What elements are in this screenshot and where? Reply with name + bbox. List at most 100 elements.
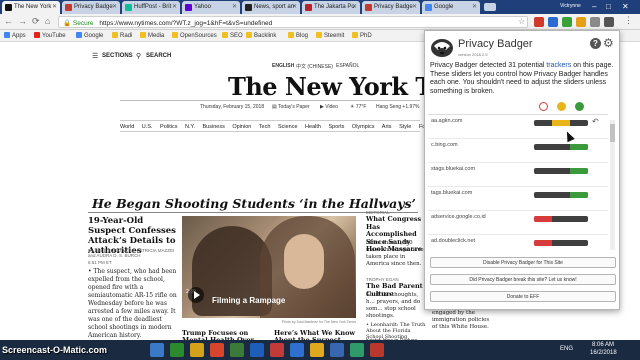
report-broken-site-button[interactable]: Did Privacy Badger break this site? Let … — [430, 274, 616, 285]
back-arrow-icon[interactable]: ← — [4, 16, 13, 26]
gear-icon[interactable]: ⚙ — [603, 36, 614, 50]
todays-paper-link[interactable]: ▤ Today's Paper — [272, 104, 310, 110]
bookmark-media[interactable]: Media — [140, 32, 164, 39]
slider-handle[interactable] — [570, 168, 588, 174]
new-tab-button[interactable] — [484, 3, 496, 11]
tab-close-icon[interactable]: ✕ — [412, 3, 417, 10]
tab-news-sport[interactable]: News, sport an ✕ — [242, 1, 300, 14]
taskbar-app-icon[interactable] — [330, 343, 344, 357]
sections-link[interactable]: SECTIONS — [102, 53, 133, 59]
bookmark-star-icon[interactable]: ☆ — [518, 17, 525, 26]
taskbar-app-icon[interactable] — [370, 343, 384, 357]
nav-sports[interactable]: Sports — [328, 124, 344, 130]
tracker-slider[interactable] — [534, 144, 588, 150]
nav-olympics[interactable]: Olympics — [352, 124, 375, 130]
tracker-slider[interactable] — [534, 216, 588, 222]
tray-date[interactable]: 16/2/2018 — [590, 350, 617, 356]
tray-time[interactable]: 8:06 AM — [592, 342, 614, 348]
donate-button[interactable]: Donate to EFF — [430, 291, 616, 302]
tab-jakarta-post[interactable]: The Jakarta Po ✕ — [302, 1, 360, 14]
tab-google[interactable]: Google ✕ — [422, 1, 480, 14]
disable-for-site-button[interactable]: Disable Privacy Badger for This Site — [430, 257, 616, 268]
nav-ny[interactable]: N.Y. — [185, 124, 195, 130]
slider-handle[interactable] — [534, 216, 552, 222]
taskbar-app-icon[interactable] — [250, 343, 264, 357]
extension-icon[interactable] — [548, 17, 558, 27]
scrollbar-thumb[interactable] — [610, 124, 615, 142]
taskbar-app-icon[interactable] — [170, 343, 184, 357]
extension-icon[interactable] — [534, 17, 544, 27]
search-icon[interactable]: ⚲ — [136, 52, 141, 60]
extension-icon[interactable] — [576, 17, 586, 27]
tab-close-icon[interactable]: ✕ — [172, 3, 177, 10]
taskbar-app-icon[interactable] — [270, 343, 284, 357]
taskbar-app-icon[interactable] — [210, 343, 224, 357]
edition-chinese[interactable]: 中文 (CHINESE) — [296, 63, 333, 70]
slider-handle[interactable] — [570, 192, 588, 198]
tracker-slider[interactable] — [534, 192, 588, 198]
tracker-slider[interactable] — [534, 240, 588, 246]
tab-close-icon[interactable]: ✕ — [52, 3, 57, 10]
bookmark-steemit[interactable]: Steemit — [316, 32, 344, 39]
extension-icon[interactable] — [562, 17, 572, 27]
nav-style[interactable]: Style — [399, 124, 411, 130]
tab-close-icon[interactable]: ✕ — [292, 3, 297, 10]
undo-icon[interactable]: ↶ — [592, 117, 599, 126]
tab-close-icon[interactable]: ✕ — [352, 3, 357, 10]
nav-business[interactable]: Business — [203, 124, 225, 130]
edition-spanish[interactable]: ESPAÑOL — [336, 63, 359, 69]
tracker-slider[interactable] — [534, 168, 588, 174]
chrome-icon[interactable] — [310, 343, 324, 357]
tab-privacy-badger-1[interactable]: Privacy Badge ✕ — [62, 1, 120, 14]
bookmark-phd[interactable]: PhD — [352, 32, 372, 39]
bookmark-radi[interactable]: Radi — [112, 32, 132, 39]
nav-arts[interactable]: Arts — [382, 124, 392, 130]
tracker-slider[interactable] — [534, 120, 588, 126]
nav-us[interactable]: U.S. — [142, 124, 153, 130]
nav-politics[interactable]: Politics — [160, 124, 177, 130]
bookmark-google[interactable]: Google — [76, 32, 103, 39]
bookmark-apps[interactable]: Apps — [4, 32, 26, 39]
video-link[interactable]: ▶ Video — [320, 104, 338, 110]
nav-tech[interactable]: Tech — [259, 124, 271, 130]
bookmark-blog[interactable]: Blog — [288, 32, 308, 39]
nav-health[interactable]: Health — [305, 124, 321, 130]
video-title[interactable]: Filming a Rampage — [212, 296, 285, 305]
tab-close-icon[interactable]: ✕ — [472, 3, 477, 10]
privacy-badger-extension-icon[interactable] — [590, 17, 600, 27]
bookmark-youtube[interactable]: YouTube — [34, 32, 66, 39]
taskbar-app-icon[interactable] — [350, 343, 364, 357]
taskbar-app-icon[interactable] — [150, 343, 164, 357]
top-headline[interactable]: He Began Shooting Students ‘in the Hallw… — [92, 196, 416, 211]
slider-handle[interactable] — [570, 144, 588, 150]
search-link[interactable]: SEARCH — [146, 53, 171, 59]
nav-world[interactable]: World — [120, 124, 134, 130]
help-icon[interactable]: ? — [590, 38, 601, 49]
hamburger-menu-icon[interactable]: ☰ — [92, 52, 98, 60]
tab-yahoo[interactable]: Yahoo ✕ — [182, 1, 240, 14]
bookmark-seo[interactable]: SEO — [222, 32, 243, 39]
forward-arrow-icon[interactable]: → — [18, 16, 27, 26]
bookmark-opensources[interactable]: OpenSources — [172, 32, 217, 39]
browser-menu-icon[interactable]: ⋮ — [624, 15, 633, 26]
slider-handle[interactable] — [552, 120, 570, 126]
bookmark-backlink[interactable]: Backlink — [246, 32, 276, 39]
tray-language[interactable]: ENG — [560, 346, 573, 352]
folder-icon[interactable] — [190, 343, 204, 357]
nav-opinion[interactable]: Opinion — [232, 124, 251, 130]
slider-handle[interactable] — [534, 240, 552, 246]
address-bar[interactable]: 🔒 Secure https://www.nytimes.com/?WT.z_j… — [58, 16, 528, 28]
tab-close-icon[interactable]: ✕ — [232, 3, 237, 10]
trackers-link[interactable]: trackers — [546, 62, 571, 69]
minimize-button[interactable]: – — [592, 2, 596, 11]
tab-close-icon[interactable]: ✕ — [112, 3, 117, 10]
edition-english[interactable]: ENGLISH — [272, 63, 294, 69]
maximize-button[interactable]: □ — [606, 2, 611, 11]
close-window-button[interactable]: ✕ — [622, 2, 629, 11]
tab-nytimes[interactable]: The New York ✕ — [2, 1, 60, 14]
taskbar-app-icon[interactable] — [230, 343, 244, 357]
nav-science[interactable]: Science — [278, 124, 298, 130]
taskbar-app-icon[interactable] — [290, 343, 304, 357]
tab-privacy-badger-2[interactable]: Privacy Badge ✕ — [362, 1, 420, 14]
extension-icon[interactable] — [604, 17, 614, 27]
